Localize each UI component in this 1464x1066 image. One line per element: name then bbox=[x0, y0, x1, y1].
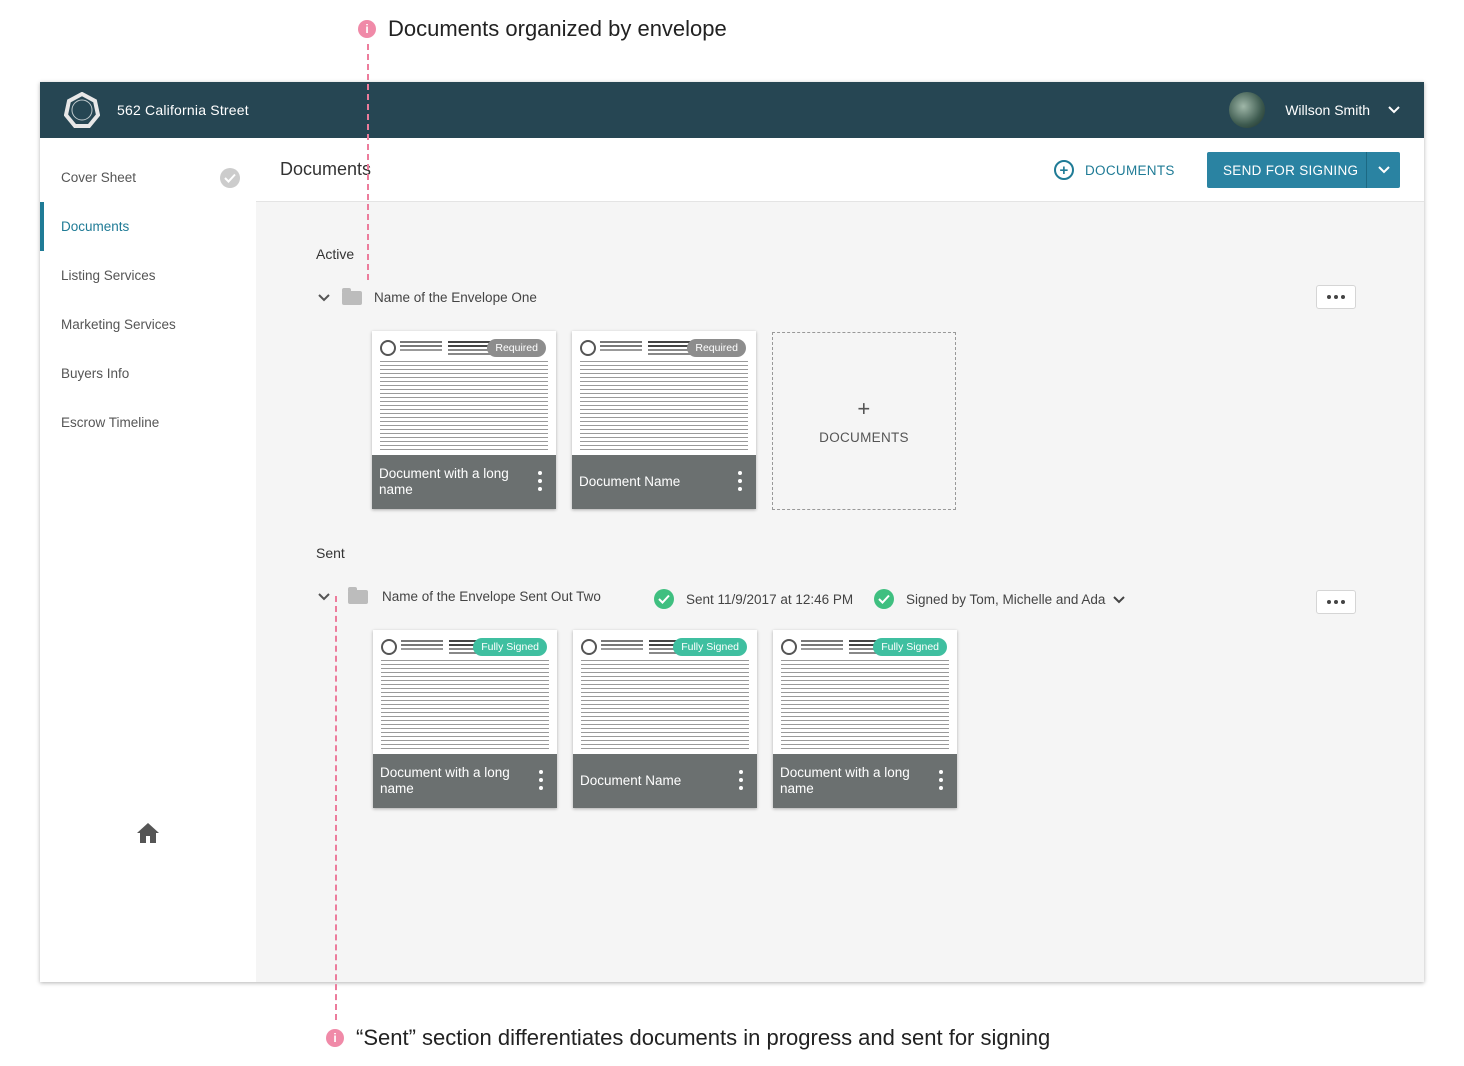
envelope-row[interactable]: Name of the Envelope Sent Out Two bbox=[318, 586, 601, 604]
sent-status-text: Sent 11/9/2017 at 12:46 PM bbox=[686, 591, 854, 607]
status-badge: Required bbox=[687, 339, 746, 357]
sidebar-item-escrow-timeline[interactable]: Escrow Timeline bbox=[40, 398, 256, 447]
document-card[interactable]: Fully Signed Document with a long name bbox=[773, 630, 957, 808]
kebab-icon[interactable] bbox=[739, 770, 743, 790]
sidebar-item-label: Marketing Services bbox=[61, 317, 176, 332]
sidebar-item-label: Buyers Info bbox=[61, 366, 130, 381]
sidebar-item-label: Listing Services bbox=[61, 268, 156, 283]
check-icon bbox=[220, 168, 240, 188]
chevron-down-icon[interactable] bbox=[1388, 101, 1400, 119]
home-icon[interactable] bbox=[136, 822, 160, 849]
envelope-name: Name of the Envelope Sent Out Two bbox=[382, 589, 601, 604]
document-card[interactable]: Required Document Name bbox=[572, 331, 756, 509]
annotation-line-top bbox=[367, 44, 369, 280]
plus-circle-icon: + bbox=[1054, 160, 1074, 180]
avatar[interactable] bbox=[1229, 92, 1266, 128]
folder-icon bbox=[348, 586, 368, 604]
document-name: Document Name bbox=[579, 474, 681, 489]
document-footer: Document Name bbox=[572, 455, 756, 509]
plus-icon: + bbox=[857, 395, 871, 421]
document-name: Document with a long name bbox=[379, 466, 509, 497]
sidebar-item-cover-sheet[interactable]: Cover Sheet bbox=[40, 153, 256, 202]
annotation-bottom: i “Sent” section differentiates document… bbox=[326, 1025, 1050, 1051]
document-card[interactable]: Required Document with a long name bbox=[372, 331, 556, 509]
kebab-icon[interactable] bbox=[539, 770, 543, 790]
more-icon[interactable] bbox=[1316, 285, 1356, 309]
annotation-top: i Documents organized by envelope bbox=[358, 16, 727, 42]
logo-icon[interactable] bbox=[63, 91, 101, 128]
envelope-name: Name of the Envelope One bbox=[374, 290, 537, 305]
document-name: Document with a long name bbox=[780, 765, 910, 796]
add-documents-label: DOCUMENTS bbox=[1085, 162, 1175, 178]
check-icon bbox=[874, 589, 894, 609]
sidebar-item-label: Cover Sheet bbox=[61, 170, 137, 185]
document-card[interactable]: Fully Signed Document with a long name bbox=[373, 630, 557, 808]
status-badge: Required bbox=[487, 339, 546, 357]
status-badge: Fully Signed bbox=[673, 638, 747, 656]
envelope-row[interactable]: Name of the Envelope One bbox=[318, 287, 537, 305]
document-name: Document with a long name bbox=[380, 765, 510, 796]
info-icon: i bbox=[358, 20, 376, 38]
user-menu[interactable]: Willson Smith bbox=[1229, 82, 1400, 138]
document-footer: Document Name bbox=[573, 754, 757, 808]
annotation-line-bottom bbox=[335, 596, 337, 1020]
kebab-icon[interactable] bbox=[538, 471, 542, 491]
document-footer: Document with a long name bbox=[773, 754, 957, 808]
page-title: Documents bbox=[280, 159, 372, 179]
chevron-down-icon[interactable] bbox=[318, 589, 330, 604]
info-icon: i bbox=[326, 1029, 344, 1047]
content-header: Documents + DOCUMENTS SEND FOR SIGNING bbox=[256, 138, 1424, 202]
add-documents-button[interactable]: + DOCUMENTS bbox=[1054, 160, 1175, 180]
document-footer: Document with a long name bbox=[372, 455, 556, 509]
property-address: 562 California Street bbox=[117, 102, 249, 118]
kebab-icon[interactable] bbox=[738, 471, 742, 491]
kebab-icon[interactable] bbox=[939, 770, 943, 790]
annotation-bottom-text: “Sent” section differentiates documents … bbox=[356, 1025, 1051, 1050]
sidebar: Cover Sheet Documents Listing Services M… bbox=[40, 138, 256, 982]
active-section-label: Active bbox=[316, 246, 355, 262]
main-content: Documents + DOCUMENTS SEND FOR SIGNING A… bbox=[256, 138, 1424, 982]
check-icon bbox=[654, 589, 674, 609]
sent-section-label: Sent bbox=[316, 545, 345, 561]
sidebar-item-documents[interactable]: Documents bbox=[40, 202, 256, 251]
user-name: Willson Smith bbox=[1285, 102, 1370, 118]
more-icon[interactable] bbox=[1316, 590, 1356, 614]
signed-status-text: Signed by Tom, Michelle and Ada bbox=[906, 591, 1106, 607]
app-window: 562 California Street Willson Smith Cove… bbox=[40, 82, 1424, 982]
sidebar-item-label: Escrow Timeline bbox=[61, 415, 160, 430]
annotation-top-text: Documents organized by envelope bbox=[388, 16, 727, 41]
signed-status[interactable]: Signed by Tom, Michelle and Ada bbox=[874, 589, 1126, 609]
add-document-label: DOCUMENTS bbox=[819, 429, 909, 445]
add-document-card[interactable]: + DOCUMENTS bbox=[772, 332, 956, 510]
send-for-signing-label: SEND FOR SIGNING bbox=[1223, 162, 1359, 178]
chevron-down-icon[interactable] bbox=[1113, 592, 1126, 607]
folder-icon bbox=[342, 287, 362, 305]
sidebar-item-marketing-services[interactable]: Marketing Services bbox=[40, 300, 256, 349]
chevron-down-icon[interactable] bbox=[318, 290, 330, 305]
sidebar-item-buyers-info[interactable]: Buyers Info bbox=[40, 349, 256, 398]
sent-status: Sent 11/9/2017 at 12:46 PM bbox=[654, 589, 853, 609]
sidebar-item-label: Documents bbox=[61, 219, 130, 234]
document-footer: Document with a long name bbox=[373, 754, 557, 808]
status-badge: Fully Signed bbox=[873, 638, 947, 656]
send-for-signing-button[interactable]: SEND FOR SIGNING bbox=[1207, 152, 1400, 188]
document-name: Document Name bbox=[580, 773, 682, 788]
sidebar-item-listing-services[interactable]: Listing Services bbox=[40, 251, 256, 300]
chevron-down-icon[interactable] bbox=[1367, 166, 1400, 174]
top-bar: 562 California Street Willson Smith bbox=[40, 82, 1424, 138]
document-card[interactable]: Fully Signed Document Name bbox=[573, 630, 757, 808]
status-badge: Fully Signed bbox=[473, 638, 547, 656]
